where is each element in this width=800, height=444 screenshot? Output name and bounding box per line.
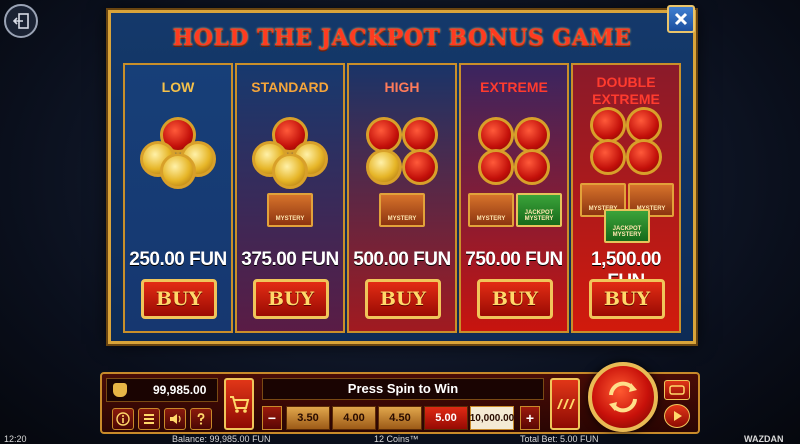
sound-button[interactable] xyxy=(164,408,186,430)
bonus-buy-modal: HOLD THE JACKPOT BONUS GAME LOW 250.00 F… xyxy=(108,5,696,344)
mystery-row: MYSTERY JACKPOT MYSTERY xyxy=(464,193,564,255)
bet-selector: − 3.50 4.00 4.50 5.00 10,000.00 + xyxy=(262,406,544,430)
autoplay-icon xyxy=(669,385,685,395)
red-coin-icon xyxy=(590,139,626,175)
help-button[interactable] xyxy=(190,408,212,430)
red-coin-icon xyxy=(626,139,662,175)
increase-bet-button[interactable]: + xyxy=(520,406,540,430)
buy-button[interactable]: BUY xyxy=(477,279,553,319)
red-coin-icon xyxy=(626,107,662,143)
turbo-icon xyxy=(557,399,575,409)
bet-option[interactable]: 10,000.00 xyxy=(470,406,514,430)
mystery-row: MYSTERY xyxy=(240,193,340,255)
tier-price: 375.00 FUN xyxy=(241,249,339,270)
menu-icon xyxy=(144,414,154,424)
bet-option[interactable]: 4.00 xyxy=(332,406,376,430)
info-button[interactable] xyxy=(112,408,134,430)
tier-price: 250.00 FUN xyxy=(129,249,227,270)
footer-total-bet: Total Bet: 5.00 FUN xyxy=(520,434,599,444)
red-coin-icon xyxy=(514,149,550,185)
menu-button[interactable] xyxy=(138,408,160,430)
footer-balance: Balance: 99,985.00 FUN xyxy=(172,434,271,444)
decrease-bet-button[interactable]: − xyxy=(262,406,282,430)
red-coin-icon xyxy=(402,117,438,153)
money-bag-icon xyxy=(113,383,127,397)
tier-name: HIGH xyxy=(384,79,420,95)
red-coin-icon xyxy=(366,117,402,153)
tier-low: LOW 250.00 FUN BUY xyxy=(123,63,233,333)
close-icon xyxy=(674,12,688,26)
tier-standard: STANDARD MYSTERY 375.00 FUN BUY xyxy=(235,63,345,333)
buy-button[interactable]: BUY xyxy=(589,279,665,319)
red-coin-icon xyxy=(590,107,626,143)
coin-group xyxy=(130,115,226,193)
balance-value: 99,985.00 xyxy=(153,383,207,397)
exit-button[interactable] xyxy=(4,4,38,38)
tier-name: STANDARD xyxy=(251,79,329,95)
coin-group xyxy=(242,115,338,193)
mystery-box-icon: MYSTERY xyxy=(379,193,425,227)
mystery-row: MYSTERY MYSTERY JACKPOT MYSTERY xyxy=(576,183,676,245)
coin-group xyxy=(354,115,450,193)
play-button[interactable] xyxy=(664,404,690,428)
help-icon xyxy=(197,413,205,425)
brand-logo: WAZDAN xyxy=(744,434,784,444)
info-icon xyxy=(116,412,130,426)
mystery-box-icon: MYSTERY xyxy=(267,193,313,227)
tier-name: EXTREME xyxy=(480,79,548,95)
tier-list: LOW 250.00 FUN BUY STANDARD MYSTERY 375.… xyxy=(123,63,683,333)
jackpot-mystery-box-icon: JACKPOT MYSTERY xyxy=(516,193,562,227)
tier-high: HIGH MYSTERY 500.00 FUN BUY xyxy=(347,63,457,333)
tier-price: 500.00 FUN xyxy=(353,249,451,270)
red-coin-icon xyxy=(478,149,514,185)
jackpot-mystery-box-icon: JACKPOT MYSTERY xyxy=(604,209,650,243)
sound-icon xyxy=(170,414,181,424)
autoplay-button[interactable] xyxy=(664,380,690,400)
cart-icon xyxy=(230,396,250,413)
mystery-row: MYSTERY xyxy=(352,193,452,255)
bet-option[interactable]: 3.50 xyxy=(286,406,330,430)
close-button[interactable] xyxy=(667,5,695,33)
mystery-box-icon: MYSTERY xyxy=(468,193,514,227)
coin-group xyxy=(578,105,674,183)
gold-coin-icon xyxy=(366,149,402,185)
coin-group xyxy=(466,115,562,193)
red-coin-icon xyxy=(478,117,514,153)
exit-icon xyxy=(12,13,29,29)
buy-button[interactable]: BUY xyxy=(365,279,441,319)
balance-box: 99,985.00 xyxy=(106,378,218,402)
tier-price: 750.00 FUN xyxy=(465,249,563,270)
bet-option[interactable]: 4.50 xyxy=(378,406,422,430)
clock: 12:20 xyxy=(4,434,27,444)
tier-name: LOW xyxy=(161,79,195,95)
bonus-buy-button[interactable] xyxy=(224,378,254,430)
gold-coin-icon xyxy=(160,153,196,189)
footer-bar: 12:20 Balance: 99,985.00 FUN 12 Coins™ T… xyxy=(0,434,800,444)
gold-coin-icon xyxy=(272,153,308,189)
modal-title: HOLD THE JACKPOT BONUS GAME xyxy=(172,25,632,51)
red-coin-icon xyxy=(514,117,550,153)
spin-button[interactable] xyxy=(588,362,658,432)
buy-button[interactable]: BUY xyxy=(253,279,329,319)
bet-option-selected[interactable]: 5.00 xyxy=(424,406,468,430)
tier-double-extreme: DOUBLE EXTREME MYSTERY MYSTERY JACKPOT M… xyxy=(571,63,681,333)
footer-coins: 12 Coins™ xyxy=(374,434,419,444)
spin-icon xyxy=(609,381,637,413)
play-icon xyxy=(674,411,682,421)
turbo-button[interactable] xyxy=(550,378,580,430)
buy-button[interactable]: BUY xyxy=(141,279,217,319)
red-coin-icon xyxy=(402,149,438,185)
tier-name-line1: DOUBLE xyxy=(596,74,656,90)
tier-extreme: EXTREME MYSTERY JACKPOT MYSTERY 750.00 F… xyxy=(459,63,569,333)
status-message: Press Spin to Win xyxy=(262,378,544,400)
